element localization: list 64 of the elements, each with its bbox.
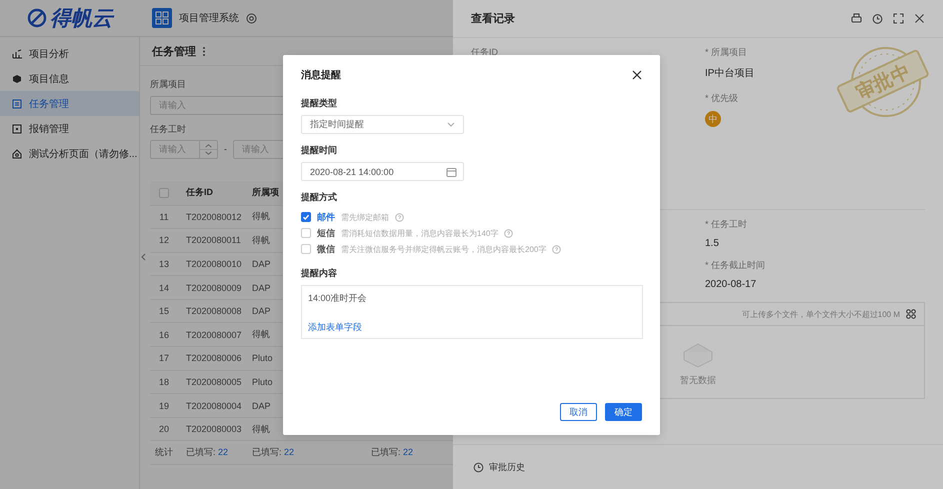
option-hint: 需先绑定邮箱	[341, 212, 389, 222]
upload-hint: 可上传多个文件，单个文件大小不超过100 M	[742, 308, 900, 320]
table-cell: DAP	[252, 400, 271, 411]
modal-title: 消息提醒	[301, 68, 341, 82]
table-cell: T2020080009	[186, 282, 242, 293]
summary-label: 统计	[155, 446, 173, 460]
field-label: * 任务截止时间	[705, 259, 766, 272]
logo-text: 得帆云	[50, 6, 113, 32]
filter-label: 所属项目	[150, 78, 186, 91]
priority-badge: 中	[705, 111, 721, 127]
table-cell: T2020080006	[186, 353, 242, 364]
table-cell: 得帆	[252, 424, 270, 434]
row-number: 16	[158, 330, 169, 340]
column-header: 任务ID	[186, 187, 213, 197]
field-label: 提醒方式	[301, 191, 337, 204]
table-cell: DAP	[252, 306, 271, 316]
row-number: 18	[158, 376, 169, 387]
drawer-title: 查看记录	[471, 12, 516, 26]
field-label: * 任务工时	[705, 218, 748, 231]
page-title: 任务管理	[152, 44, 196, 58]
table-cell: DAP	[252, 282, 271, 293]
row-number: 13	[158, 258, 169, 269]
summary-cell: 已填写: 22	[186, 447, 228, 458]
table-cell: T2020080004	[186, 400, 242, 411]
option-hint: 需关注微信服务号并绑定得帆云账号，消息内容最长200字	[341, 244, 546, 254]
table-cell: T2020080003	[186, 424, 242, 434]
table-cell: T2020080010	[186, 258, 242, 269]
table-cell: T2020080005	[186, 376, 242, 387]
summary-cell: 已填写: 22	[371, 447, 414, 458]
row-number: 20	[158, 424, 169, 434]
row-number: 15	[158, 306, 169, 316]
table-cell: 得帆	[252, 211, 270, 222]
field-label: 提醒内容	[301, 267, 337, 280]
field-value: 1.5	[705, 238, 719, 249]
field-label: * 所属项目	[705, 46, 748, 59]
option-hint: 需消耗短信数据用量，消息内容最长为140字	[341, 228, 498, 238]
table-cell: DAP	[252, 258, 271, 269]
column-header: 所属项	[252, 187, 279, 197]
table-cell: T2020080011	[186, 235, 241, 246]
field-value: IP中台项目	[705, 66, 754, 80]
option-label: 邮件	[317, 210, 335, 224]
table-cell: 得帆	[252, 234, 270, 245]
row-number: 14	[158, 282, 169, 293]
table-cell: T2020080008	[186, 306, 242, 316]
summary-cell: 已填写: 22	[252, 447, 294, 458]
row-number: 11	[159, 212, 169, 222]
row-number: 19	[158, 400, 169, 411]
row-number: 17	[158, 353, 169, 364]
table-cell: 得帆	[252, 329, 270, 340]
filter-label: 任务工时	[150, 122, 186, 136]
field-label: 提醒时间	[301, 144, 337, 157]
app-name: 项目管理系统	[179, 12, 239, 25]
range-separator: -	[224, 144, 227, 154]
table-cell: Pluto	[252, 353, 273, 364]
option-label: 短信	[317, 226, 335, 240]
table-cell: T2020080012	[186, 212, 242, 222]
option-label: 微信	[317, 242, 335, 256]
field-label: * 优先级	[705, 92, 738, 105]
empty-text: 暂无数据	[680, 374, 716, 386]
field-value: 2020-08-17	[705, 279, 756, 290]
table-cell: Pluto	[252, 376, 273, 387]
row-number: 12	[158, 235, 169, 246]
field-label: 提醒类型	[301, 97, 337, 110]
table-cell: T2020080007	[186, 330, 242, 340]
